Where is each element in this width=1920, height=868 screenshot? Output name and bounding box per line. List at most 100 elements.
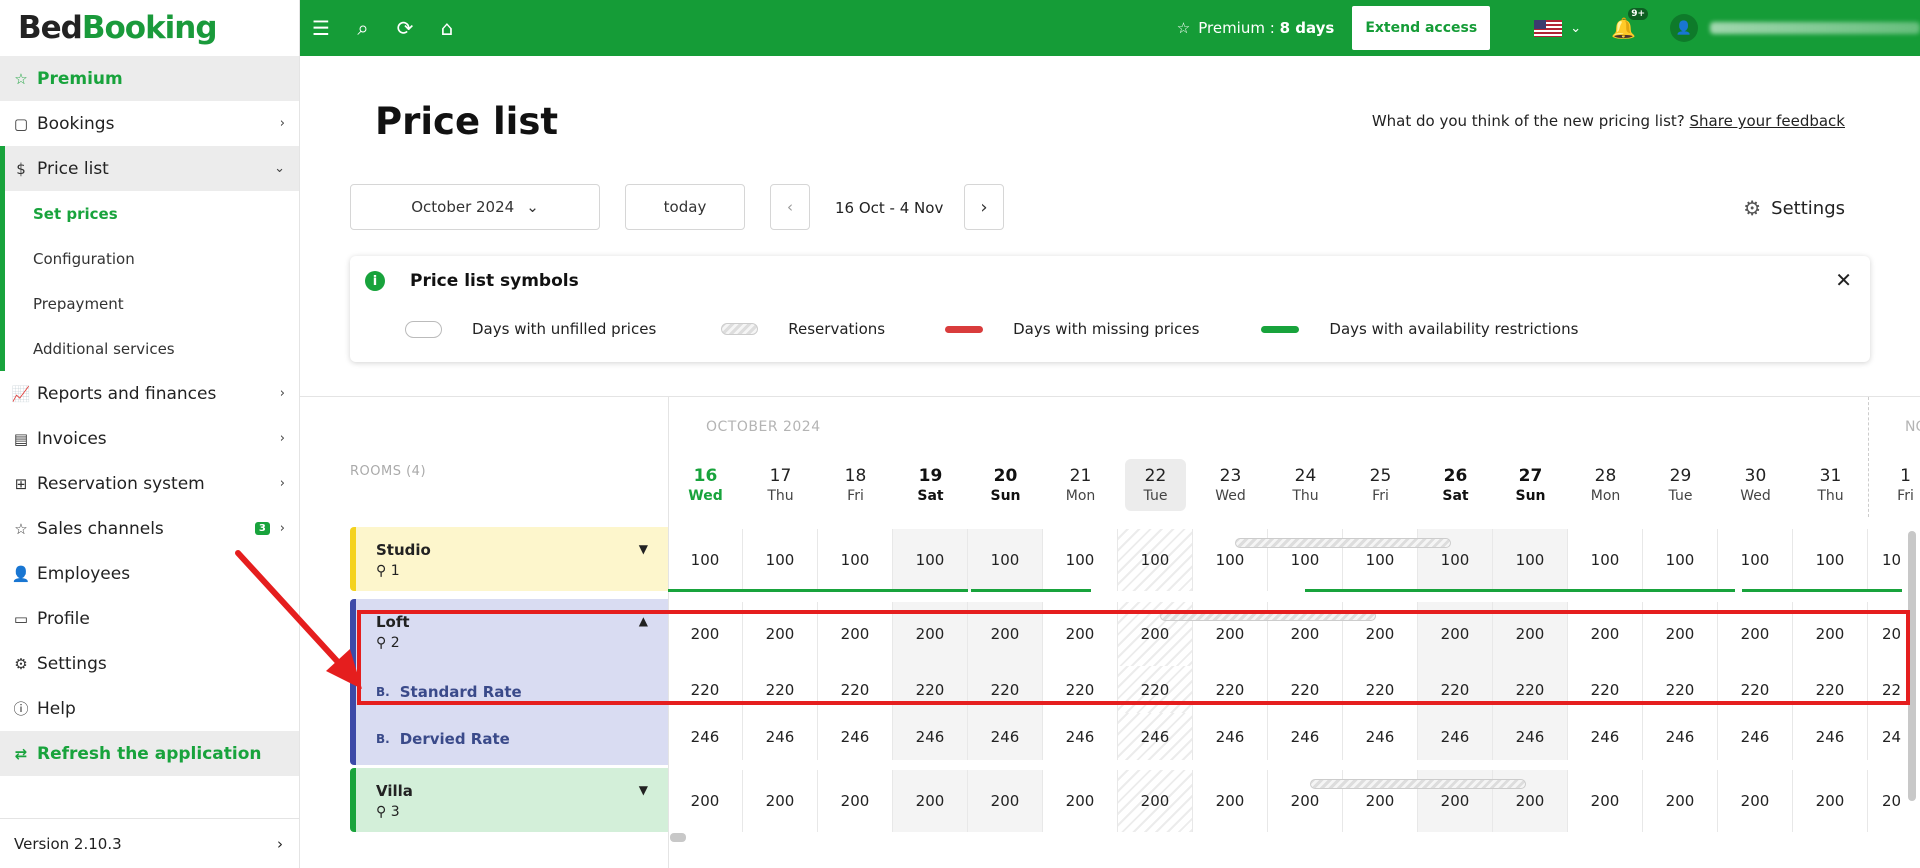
sidebar-subitem-configuration[interactable]: Configuration xyxy=(5,236,299,281)
price-cell[interactable]: 200 xyxy=(1193,770,1268,832)
sidebar-item-reservation-system[interactable]: ⊞ Reservation system › xyxy=(0,461,299,506)
day-header[interactable]: 22 Tue xyxy=(1125,459,1186,511)
us-flag-icon[interactable] xyxy=(1534,19,1563,37)
price-cell[interactable]: 200 xyxy=(1118,770,1193,832)
price-cell[interactable]: 200 xyxy=(818,770,893,832)
price-cell[interactable]: 246 xyxy=(668,713,743,760)
day-header[interactable]: 20 Sun xyxy=(975,459,1036,511)
day-header[interactable]: 21 Mon xyxy=(1050,459,1111,511)
sidebar-item-employees[interactable]: 👤 Employees xyxy=(0,551,299,596)
expand-arrow-icon[interactable]: ▼ xyxy=(639,783,648,797)
price-cell[interactable]: 100 xyxy=(1718,529,1793,591)
price-cell[interactable]: 246 xyxy=(1568,713,1643,760)
prev-range-button[interactable]: ‹ xyxy=(770,184,810,230)
user-name-blurred[interactable] xyxy=(1710,22,1920,34)
day-header[interactable]: 26 Sat xyxy=(1425,459,1486,511)
menu-icon[interactable]: ☰ xyxy=(300,16,342,40)
search-icon[interactable]: ⌕ xyxy=(342,16,384,40)
price-cell[interactable]: 100 xyxy=(1043,529,1118,591)
sidebar-item-invoices[interactable]: ▤ Invoices › xyxy=(0,416,299,461)
price-cell[interactable]: 246 xyxy=(743,713,818,760)
price-cell[interactable]: 200 xyxy=(1043,770,1118,832)
sidebar-item-help[interactable]: ⓘ Help xyxy=(0,686,299,731)
price-cell[interactable]: 246 xyxy=(818,713,893,760)
refresh-application-button[interactable]: ⇄ Refresh the application xyxy=(0,731,299,776)
price-cell[interactable]: 200 xyxy=(1793,770,1868,832)
day-header[interactable]: 23 Wed xyxy=(1200,459,1261,511)
price-cell[interactable]: 100 xyxy=(1643,529,1718,591)
room-card[interactable]: Villa ⚲ 3 ▼ xyxy=(350,768,668,832)
price-cell[interactable]: 246 xyxy=(1193,713,1268,760)
price-cell[interactable]: 200 xyxy=(743,770,818,832)
sidebar-subitem-additional-services[interactable]: Additional services xyxy=(5,326,299,371)
reservation-bar[interactable] xyxy=(1310,779,1526,789)
day-header[interactable]: 30 Wed xyxy=(1725,459,1786,511)
price-cell[interactable]: 246 xyxy=(1118,713,1193,760)
price-cell[interactable]: 246 xyxy=(1643,713,1718,760)
day-header[interactable]: 24 Thu xyxy=(1275,459,1336,511)
price-cell[interactable]: 246 xyxy=(1043,713,1118,760)
day-header[interactable]: 19 Sat xyxy=(900,459,961,511)
price-cell[interactable]: 246 xyxy=(1418,713,1493,760)
expand-arrow-icon[interactable]: ▼ xyxy=(639,542,648,556)
next-range-button[interactable]: › xyxy=(964,184,1004,230)
day-header[interactable]: 28 Mon xyxy=(1575,459,1636,511)
price-cell[interactable]: 100 xyxy=(968,529,1043,591)
day-header[interactable]: 1 Fri xyxy=(1875,459,1920,511)
app-logo[interactable]: Bed Booking xyxy=(0,0,299,56)
price-cell[interactable]: 246 xyxy=(1493,713,1568,760)
price-cell[interactable]: 200 xyxy=(1643,770,1718,832)
price-cell[interactable]: 100 xyxy=(1118,529,1193,591)
price-list-settings-button[interactable]: ⚙ Settings xyxy=(1743,196,1845,220)
share-feedback-link[interactable]: Share your feedback xyxy=(1690,112,1845,130)
price-cell[interactable]: 246 xyxy=(1268,713,1343,760)
bell-icon[interactable]: 🔔 9+ xyxy=(1611,8,1648,40)
price-cell[interactable]: 100 xyxy=(893,529,968,591)
price-cell[interactable]: 246 xyxy=(1718,713,1793,760)
day-header[interactable]: 31 Thu xyxy=(1800,459,1861,511)
price-cell[interactable]: 100 xyxy=(1568,529,1643,591)
sidebar-item-price-list[interactable]: $ Price list ⌄ xyxy=(0,146,299,191)
day-header[interactable]: 16 Wed xyxy=(675,459,736,511)
today-button[interactable]: today xyxy=(625,184,745,230)
sidebar-item-premium[interactable]: ☆ Premium xyxy=(0,56,299,101)
user-avatar-icon[interactable]: 👤 xyxy=(1670,14,1698,42)
day-header[interactable]: 29 Tue xyxy=(1650,459,1711,511)
price-cell[interactable]: 200 xyxy=(968,770,1043,832)
day-header[interactable]: 18 Fri xyxy=(825,459,886,511)
price-cell[interactable]: 200 xyxy=(1568,770,1643,832)
room-card[interactable]: Studio ⚲ 1 ▼ xyxy=(350,527,668,591)
refresh-icon[interactable]: ⟳ xyxy=(384,16,426,40)
rate-row[interactable]: B. Dervied Rate xyxy=(376,730,510,748)
price-cell[interactable]: 200 xyxy=(1718,770,1793,832)
price-cell[interactable]: 200 xyxy=(893,770,968,832)
price-cell[interactable]: 100 xyxy=(1793,529,1868,591)
extend-access-button[interactable]: Extend access xyxy=(1352,6,1491,50)
sidebar-item-settings[interactable]: ⚙ Settings xyxy=(0,641,299,686)
home-icon[interactable]: ⌂ xyxy=(426,16,468,40)
day-header[interactable]: 17 Thu xyxy=(750,459,811,511)
sidebar-item-bookings[interactable]: ▢ Bookings › xyxy=(0,101,299,146)
price-cell[interactable]: 246 xyxy=(1343,713,1418,760)
price-cell[interactable]: 100 xyxy=(743,529,818,591)
price-cell[interactable]: 100 xyxy=(818,529,893,591)
chevron-down-icon[interactable]: ⌄ xyxy=(1570,21,1581,36)
day-header[interactable]: 25 Fri xyxy=(1350,459,1411,511)
close-icon[interactable]: ✕ xyxy=(1835,268,1852,292)
horizontal-scrollbar[interactable] xyxy=(670,833,686,842)
sidebar-item-reports[interactable]: 📈 Reports and finances › xyxy=(0,371,299,416)
day-header[interactable]: 27 Sun xyxy=(1500,459,1561,511)
price-cell[interactable]: 200 xyxy=(668,770,743,832)
price-cell[interactable]: 100 xyxy=(668,529,743,591)
reservation-bar[interactable] xyxy=(1235,538,1451,548)
price-cell[interactable]: 246 xyxy=(893,713,968,760)
sidebar-item-sales-channels[interactable]: ☆ Sales channels 3 › xyxy=(0,506,299,551)
month-select[interactable]: October 2024 ⌄ xyxy=(350,184,600,230)
sidebar-item-profile[interactable]: ▭ Profile xyxy=(0,596,299,641)
price-cell[interactable]: 100 xyxy=(1493,529,1568,591)
price-cell[interactable]: 246 xyxy=(1793,713,1868,760)
sidebar-subitem-prepayment[interactable]: Prepayment xyxy=(5,281,299,326)
price-cell[interactable]: 246 xyxy=(968,713,1043,760)
sidebar-subitem-set-prices[interactable]: Set prices xyxy=(5,191,299,236)
version-footer[interactable]: Version 2.10.3 › xyxy=(0,818,299,868)
